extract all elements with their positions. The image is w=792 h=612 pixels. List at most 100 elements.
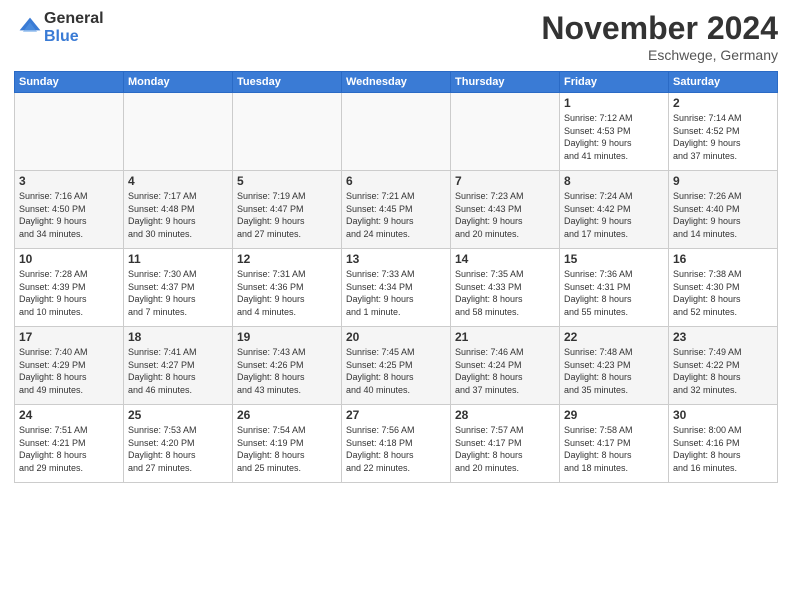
day-info: Sunrise: 7:40 AM Sunset: 4:29 PM Dayligh… [19, 346, 119, 396]
calendar-cell [124, 93, 233, 171]
day-info: Sunrise: 7:43 AM Sunset: 4:26 PM Dayligh… [237, 346, 337, 396]
day-info: Sunrise: 7:17 AM Sunset: 4:48 PM Dayligh… [128, 190, 228, 240]
day-info: Sunrise: 7:12 AM Sunset: 4:53 PM Dayligh… [564, 112, 664, 162]
calendar-cell [15, 93, 124, 171]
calendar-cell: 18 Sunrise: 7:41 AM Sunset: 4:27 PM Dayli… [124, 327, 233, 405]
calendar-cell: 14Sunrise: 7:35 AM Sunset: 4:33 PM Dayli… [451, 249, 560, 327]
calendar-cell: 3 Sunrise: 7:16 AM Sunset: 4:50 PM Daylig… [15, 171, 124, 249]
day-number: 4 [128, 174, 228, 188]
day-number: 30 [673, 408, 773, 422]
title-block: November 2024 Eschwege, Germany [541, 10, 778, 63]
day-info: Sunrise: 7:36 AM Sunset: 4:31 PM Dayligh… [564, 268, 664, 318]
calendar-cell: 7 Sunrise: 7:23 AM Sunset: 4:43 PM Daylig… [451, 171, 560, 249]
location: Eschwege, Germany [541, 47, 778, 63]
day-number: 21 [455, 330, 555, 344]
calendar-cell: 12 Sunrise: 7:31 AM Sunset: 4:36 PM Dayli… [233, 249, 342, 327]
calendar-cell: 6Sunrise: 7:21 AM Sunset: 4:45 PM Daylig… [342, 171, 451, 249]
calendar-cell [233, 93, 342, 171]
col-wednesday: Wednesday [342, 72, 451, 93]
day-number: 6 [346, 174, 446, 188]
day-number: 20 [346, 330, 446, 344]
calendar-cell: 13 Sunrise: 7:33 AM Sunset: 4:34 PM Dayli… [342, 249, 451, 327]
day-info: Sunrise: 7:56 AM Sunset: 4:18 PM Dayligh… [346, 424, 446, 474]
logo-general: General [44, 10, 104, 28]
calendar-cell: 28Sunrise: 7:57 AM Sunset: 4:17 PM Dayli… [451, 405, 560, 483]
calendar-week-3: 17 Sunrise: 7:40 AM Sunset: 4:29 PM Dayli… [15, 327, 778, 405]
day-number: 11 [128, 252, 228, 266]
col-saturday: Saturday [669, 72, 778, 93]
day-number: 1 [564, 96, 664, 110]
calendar-cell: 22 Sunrise: 7:48 AM Sunset: 4:23 PM Dayli… [560, 327, 669, 405]
day-info: Sunrise: 7:54 AM Sunset: 4:19 PM Dayligh… [237, 424, 337, 474]
calendar-week-0: 1 Sunrise: 7:12 AM Sunset: 4:53 PM Daylig… [15, 93, 778, 171]
calendar-table: Sunday Monday Tuesday Wednesday Thursday… [14, 71, 778, 483]
day-info: Sunrise: 7:45 AM Sunset: 4:25 PM Dayligh… [346, 346, 446, 396]
logo-blue: Blue [44, 28, 104, 46]
day-info: Sunrise: 7:31 AM Sunset: 4:36 PM Dayligh… [237, 268, 337, 318]
calendar-week-4: 24Sunrise: 7:51 AM Sunset: 4:21 PM Dayli… [15, 405, 778, 483]
logo-text: General Blue [44, 10, 104, 45]
day-info: Sunrise: 7:28 AM Sunset: 4:39 PM Dayligh… [19, 268, 119, 318]
calendar-page: General Blue November 2024 Eschwege, Ger… [0, 0, 792, 612]
day-info: Sunrise: 7:41 AM Sunset: 4:27 PM Dayligh… [128, 346, 228, 396]
day-number: 27 [346, 408, 446, 422]
day-info: Sunrise: 7:26 AM Sunset: 4:40 PM Dayligh… [673, 190, 773, 240]
calendar-cell: 30 Sunrise: 8:00 AM Sunset: 4:16 PM Dayli… [669, 405, 778, 483]
calendar-cell: 5Sunrise: 7:19 AM Sunset: 4:47 PM Daylig… [233, 171, 342, 249]
calendar-cell: 1 Sunrise: 7:12 AM Sunset: 4:53 PM Daylig… [560, 93, 669, 171]
day-number: 17 [19, 330, 119, 344]
calendar-cell: 17 Sunrise: 7:40 AM Sunset: 4:29 PM Dayli… [15, 327, 124, 405]
day-info: Sunrise: 7:23 AM Sunset: 4:43 PM Dayligh… [455, 190, 555, 240]
calendar-header: Sunday Monday Tuesday Wednesday Thursday… [15, 72, 778, 93]
day-number: 24 [19, 408, 119, 422]
calendar-cell: 8Sunrise: 7:24 AM Sunset: 4:42 PM Daylig… [560, 171, 669, 249]
col-thursday: Thursday [451, 72, 560, 93]
day-info: Sunrise: 7:46 AM Sunset: 4:24 PM Dayligh… [455, 346, 555, 396]
calendar-cell [342, 93, 451, 171]
calendar-cell: 26 Sunrise: 7:54 AM Sunset: 4:19 PM Dayli… [233, 405, 342, 483]
col-tuesday: Tuesday [233, 72, 342, 93]
day-info: Sunrise: 7:49 AM Sunset: 4:22 PM Dayligh… [673, 346, 773, 396]
logo: General Blue [14, 10, 104, 45]
day-number: 10 [19, 252, 119, 266]
day-number: 26 [237, 408, 337, 422]
day-info: Sunrise: 7:30 AM Sunset: 4:37 PM Dayligh… [128, 268, 228, 318]
day-number: 18 [128, 330, 228, 344]
header-row: Sunday Monday Tuesday Wednesday Thursday… [15, 72, 778, 93]
day-number: 7 [455, 174, 555, 188]
day-number: 9 [673, 174, 773, 188]
calendar-week-1: 3 Sunrise: 7:16 AM Sunset: 4:50 PM Daylig… [15, 171, 778, 249]
day-number: 25 [128, 408, 228, 422]
calendar-cell: 10 Sunrise: 7:28 AM Sunset: 4:39 PM Dayli… [15, 249, 124, 327]
day-number: 5 [237, 174, 337, 188]
calendar-body: 1 Sunrise: 7:12 AM Sunset: 4:53 PM Daylig… [15, 93, 778, 483]
day-number: 12 [237, 252, 337, 266]
day-info: Sunrise: 7:35 AM Sunset: 4:33 PM Dayligh… [455, 268, 555, 318]
calendar-cell: 27 Sunrise: 7:56 AM Sunset: 4:18 PM Dayli… [342, 405, 451, 483]
calendar-cell: 2Sunrise: 7:14 AM Sunset: 4:52 PM Daylig… [669, 93, 778, 171]
day-number: 22 [564, 330, 664, 344]
calendar-cell: 24Sunrise: 7:51 AM Sunset: 4:21 PM Dayli… [15, 405, 124, 483]
day-info: Sunrise: 7:48 AM Sunset: 4:23 PM Dayligh… [564, 346, 664, 396]
day-info: Sunrise: 8:00 AM Sunset: 4:16 PM Dayligh… [673, 424, 773, 474]
day-number: 15 [564, 252, 664, 266]
day-info: Sunrise: 7:57 AM Sunset: 4:17 PM Dayligh… [455, 424, 555, 474]
calendar-cell: 15 Sunrise: 7:36 AM Sunset: 4:31 PM Dayli… [560, 249, 669, 327]
calendar-cell: 11 Sunrise: 7:30 AM Sunset: 4:37 PM Dayli… [124, 249, 233, 327]
calendar-cell: 16Sunrise: 7:38 AM Sunset: 4:30 PM Dayli… [669, 249, 778, 327]
calendar-cell: 19 Sunrise: 7:43 AM Sunset: 4:26 PM Dayli… [233, 327, 342, 405]
day-number: 19 [237, 330, 337, 344]
day-number: 23 [673, 330, 773, 344]
calendar-cell: 21 Sunrise: 7:46 AM Sunset: 4:24 PM Dayli… [451, 327, 560, 405]
day-info: Sunrise: 7:16 AM Sunset: 4:50 PM Dayligh… [19, 190, 119, 240]
day-number: 3 [19, 174, 119, 188]
calendar-cell: 4 Sunrise: 7:17 AM Sunset: 4:48 PM Daylig… [124, 171, 233, 249]
calendar-cell: 23 Sunrise: 7:49 AM Sunset: 4:22 PM Dayli… [669, 327, 778, 405]
day-number: 13 [346, 252, 446, 266]
day-info: Sunrise: 7:58 AM Sunset: 4:17 PM Dayligh… [564, 424, 664, 474]
day-info: Sunrise: 7:33 AM Sunset: 4:34 PM Dayligh… [346, 268, 446, 318]
day-number: 8 [564, 174, 664, 188]
day-number: 2 [673, 96, 773, 110]
calendar-cell: 29Sunrise: 7:58 AM Sunset: 4:17 PM Dayli… [560, 405, 669, 483]
calendar-cell [451, 93, 560, 171]
